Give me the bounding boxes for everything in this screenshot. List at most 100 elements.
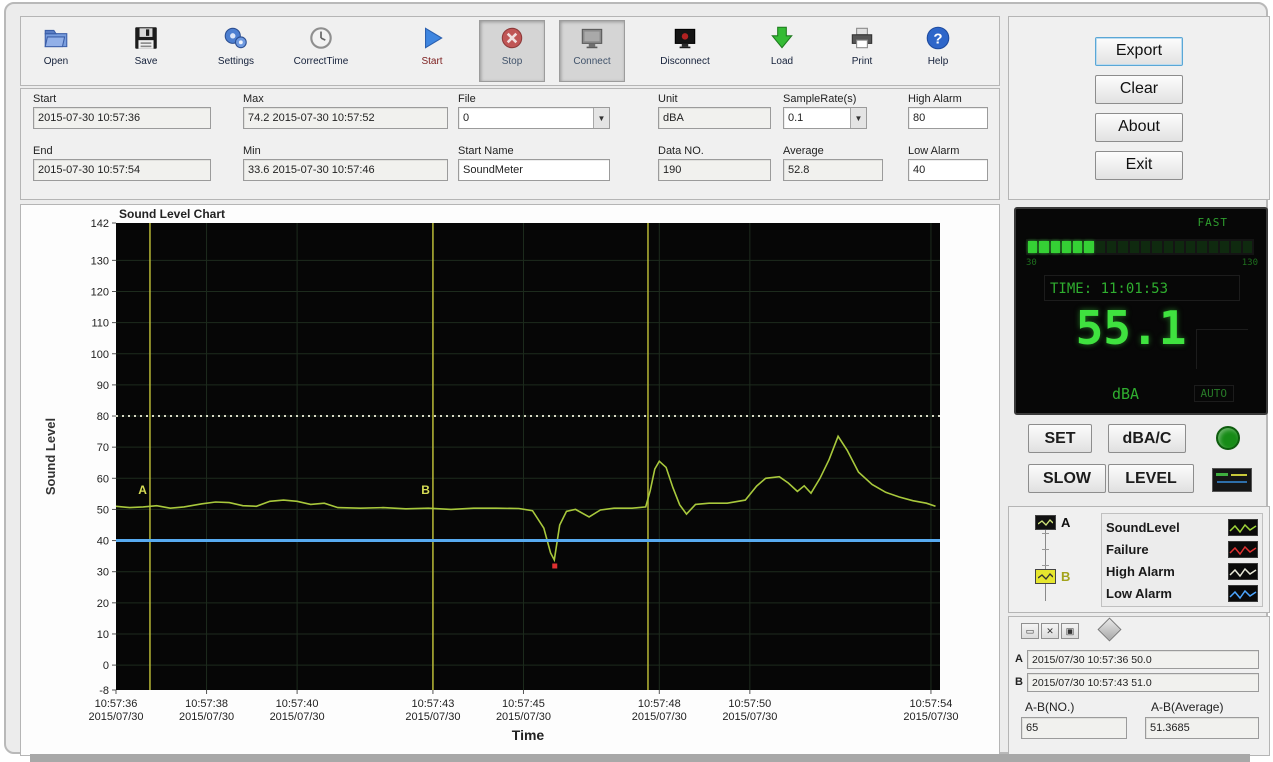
cursor-data-panel: ▭ ✕ ▣ A 2015/07/30 10:57:36 50.0 B 2015/… xyxy=(1008,616,1270,756)
ab-no-field: 65 xyxy=(1021,717,1127,739)
legend-item-soundlevel: SoundLevel xyxy=(1106,516,1258,538)
high-alarm-input[interactable]: 80 xyxy=(908,107,988,129)
chart-panel: Sound Level Chart14213012011010090807060… xyxy=(20,204,1000,756)
low-alarm-input[interactable]: 40 xyxy=(908,159,988,181)
navigate-icon[interactable] xyxy=(1097,617,1121,641)
start-time-field: 2015-07-30 10:57:36 xyxy=(33,107,211,129)
meter-unit-label: dBA xyxy=(1112,385,1139,403)
stop-button[interactable]: Stop xyxy=(479,20,545,82)
svg-text:100: 100 xyxy=(91,349,109,361)
cursor-a-label: A xyxy=(1061,515,1070,530)
svg-text:A: A xyxy=(138,483,147,497)
svg-text:10:57:38: 10:57:38 xyxy=(185,698,228,710)
open-button[interactable]: Open xyxy=(23,20,89,82)
exit-button[interactable]: Exit xyxy=(1095,151,1183,180)
end-field-label: End xyxy=(33,145,211,157)
svg-text:70: 70 xyxy=(97,442,109,454)
chevron-down-icon[interactable]: ▼ xyxy=(593,108,609,128)
svg-text:30: 30 xyxy=(97,567,109,579)
sample-rate-field-label: SampleRate(s) xyxy=(783,93,867,105)
min-field-label: Min xyxy=(243,145,448,157)
svg-text:10:57:36: 10:57:36 xyxy=(95,698,138,710)
svg-text:2015/07/30: 2015/07/30 xyxy=(496,711,551,723)
svg-text:Sound Level Chart: Sound Level Chart xyxy=(119,207,225,221)
start-button[interactable]: Start xyxy=(399,20,465,82)
ab-avg-label: A-B(Average) xyxy=(1151,700,1223,714)
high-alarm-field-label: High Alarm xyxy=(908,93,988,105)
svg-text:10:57:54: 10:57:54 xyxy=(910,698,953,710)
legend-item-failure: Failure xyxy=(1106,538,1258,560)
file-field-label: File xyxy=(458,93,610,105)
data-no-field-label: Data NO. xyxy=(658,145,771,157)
min-value-field: 33.6 2015-07-30 10:57:46 xyxy=(243,159,448,181)
cursor-b-label: B xyxy=(1061,569,1070,584)
unit-field-label: Unit xyxy=(658,93,771,105)
print-button[interactable]: Print xyxy=(829,20,895,82)
svg-text:10:57:40: 10:57:40 xyxy=(276,698,319,710)
zoom-x-icon[interactable]: ▭ xyxy=(1021,623,1039,639)
correct-time-button[interactable]: CorrectTime xyxy=(283,20,359,82)
svg-text:10:57:45: 10:57:45 xyxy=(502,698,545,710)
sample-rate-select[interactable]: 0.1 ▼ xyxy=(783,107,867,129)
svg-text:2015/07/30: 2015/07/30 xyxy=(179,711,234,723)
disconnect-button[interactable]: Disconnect xyxy=(649,20,721,82)
cursor-b-handle[interactable] xyxy=(1035,569,1056,584)
svg-text:10:57:50: 10:57:50 xyxy=(728,698,771,710)
set-button[interactable]: SET xyxy=(1028,424,1092,453)
svg-text:120: 120 xyxy=(91,286,109,298)
meter-value: 55.1 xyxy=(1056,301,1206,355)
load-button[interactable]: Load xyxy=(749,20,815,82)
meter-mode-label: FAST xyxy=(1198,216,1229,229)
stop-icon xyxy=(480,21,544,55)
play-icon xyxy=(400,21,464,55)
help-button[interactable]: ? Help xyxy=(905,20,971,82)
start-name-input[interactable]: SoundMeter xyxy=(458,159,610,181)
bar-scale-min: 30 xyxy=(1026,258,1037,268)
meter-display: FAST 30 130 TIME: 11:01:53 55.1 dBA AUTO xyxy=(1014,207,1268,415)
disconnect-label: Disconnect xyxy=(650,56,720,67)
legend-label: Failure xyxy=(1106,542,1228,557)
toolbar: Open Save Settings CorrectTime xyxy=(20,16,1000,86)
cursor-a-handle[interactable] xyxy=(1035,515,1056,530)
bar-scale-max: 130 xyxy=(1242,258,1258,268)
export-button[interactable]: Export xyxy=(1095,37,1183,66)
svg-text:?: ? xyxy=(933,30,942,47)
svg-text:80: 80 xyxy=(97,411,109,423)
svg-text:10: 10 xyxy=(97,629,109,641)
save-button[interactable]: Save xyxy=(113,20,179,82)
file-select[interactable]: 0 ▼ xyxy=(458,107,610,129)
svg-text:2015/07/30: 2015/07/30 xyxy=(270,711,325,723)
svg-text:2015/07/30: 2015/07/30 xyxy=(405,711,460,723)
level-button[interactable]: LEVEL xyxy=(1108,464,1194,493)
start-name-field-label: Start Name xyxy=(458,145,610,157)
meter-thumbnail-button[interactable] xyxy=(1212,468,1252,492)
start-label: Start xyxy=(400,56,464,67)
about-button[interactable]: About xyxy=(1095,113,1183,142)
dbac-button[interactable]: dBA/C xyxy=(1108,424,1186,453)
start-field-label: Start xyxy=(33,93,211,105)
cursor-track xyxy=(1045,519,1046,601)
svg-text:B: B xyxy=(421,483,430,497)
svg-text:90: 90 xyxy=(97,380,109,392)
svg-text:Sound Level: Sound Level xyxy=(43,418,58,495)
main-frame: Open Save Settings CorrectTime xyxy=(4,2,1268,754)
chevron-down-icon[interactable]: ▼ xyxy=(850,108,866,128)
max-value-field: 74.2 2015-07-30 10:57:52 xyxy=(243,107,448,129)
connect-button[interactable]: Connect xyxy=(559,20,625,82)
svg-text:0: 0 xyxy=(103,660,109,672)
slow-button[interactable]: SLOW xyxy=(1028,464,1106,493)
legend-item-high-alarm: High Alarm xyxy=(1106,560,1258,582)
legend-list: SoundLevel Failure High Alarm xyxy=(1101,513,1263,607)
settings-button[interactable]: Settings xyxy=(203,20,269,82)
low-alarm-field-label: Low Alarm xyxy=(908,145,988,157)
svg-text:2015/07/30: 2015/07/30 xyxy=(632,711,687,723)
clear-button[interactable]: Clear xyxy=(1095,75,1183,104)
zoom-window-icon[interactable]: ▣ xyxy=(1061,623,1079,639)
stop-label: Stop xyxy=(480,56,544,67)
monitor-off-icon xyxy=(650,21,720,55)
legend-label: High Alarm xyxy=(1106,564,1228,579)
window-bottom-edge xyxy=(30,754,1250,762)
zoom-reset-icon[interactable]: ✕ xyxy=(1041,623,1059,639)
sound-level-chart[interactable]: Sound Level Chart14213012011010090807060… xyxy=(21,205,999,755)
meter-time-label: TIME: 11:01:53 xyxy=(1050,281,1168,297)
